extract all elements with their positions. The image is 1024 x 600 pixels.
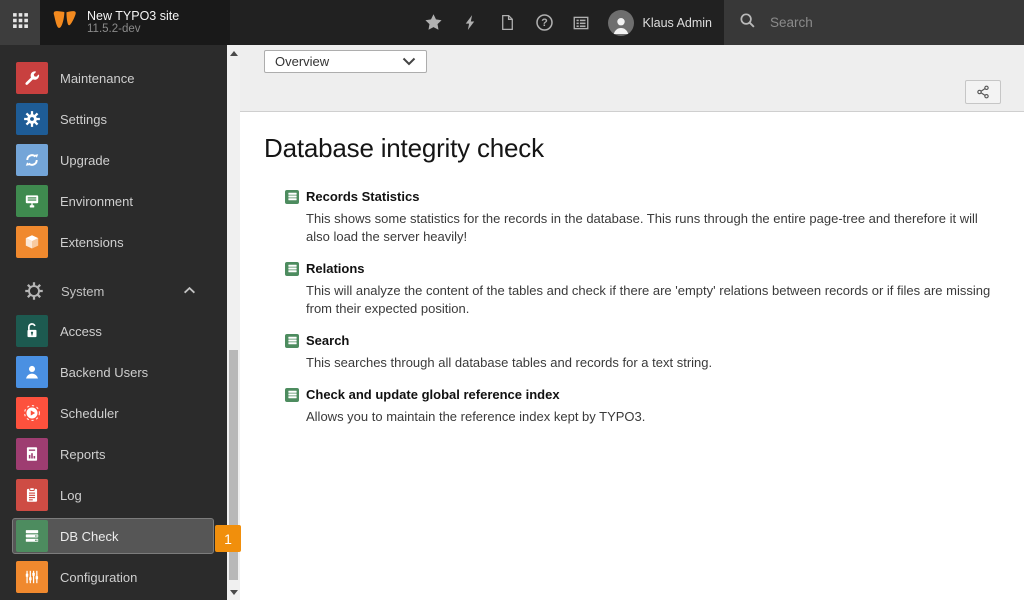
modules-toggle-button[interactable]: [0, 0, 40, 45]
topbar-search: [724, 0, 1024, 45]
check-title: Search: [306, 333, 350, 348]
help-icon: ?: [535, 13, 554, 32]
db-check-count-badge: 1: [215, 525, 241, 552]
grid-icon: [12, 12, 29, 34]
bookmarks-button[interactable]: [415, 0, 452, 45]
check-description: This searches through all database table…: [306, 355, 713, 370]
open-document-button[interactable]: [489, 0, 526, 45]
check-title: Check and update global reference index: [306, 387, 560, 402]
gear-outline-icon: [24, 281, 44, 301]
module-menu: Maintenance Settings Upgrade Environment: [0, 45, 241, 600]
sidebar-item-label: Log: [60, 487, 82, 503]
check-item-relations: Relations This will analyze the content …: [285, 261, 1000, 318]
scroll-down-arrow[interactable]: [227, 585, 240, 599]
sidebar-item-label: Extensions: [60, 234, 124, 250]
search-input[interactable]: [768, 14, 1009, 31]
database-icon: [16, 520, 48, 552]
database-small-icon: [285, 333, 299, 348]
sidebar-item-log[interactable]: Log: [12, 477, 214, 513]
triangle-down-icon: [229, 589, 238, 595]
doc-header: Overview: [240, 45, 1024, 112]
sidebar-item-configuration[interactable]: Configuration: [12, 559, 214, 595]
check-list: Records Statistics This shows some stati…: [285, 189, 1000, 426]
sidebar-item-label: Maintenance: [60, 70, 135, 86]
sliders-icon: [16, 561, 48, 593]
play-circle-icon: [16, 397, 48, 429]
sidebar-item-db-check[interactable]: DB Check: [12, 518, 214, 554]
refresh-icon: [16, 144, 48, 176]
brand[interactable]: New TYPO3 site 11.5.2-dev: [40, 0, 230, 45]
check-description: Allows you to maintain the reference ind…: [306, 409, 646, 424]
check-title: Records Statistics: [306, 189, 420, 204]
sidebar-item-access[interactable]: Access: [12, 313, 214, 349]
sidebar-item-maintenance[interactable]: Maintenance: [12, 60, 214, 96]
user-menu-button[interactable]: Klaus Admin: [600, 0, 724, 45]
triangle-up-icon: [229, 50, 238, 56]
sidebar-item-label: Configuration: [60, 569, 138, 585]
function-select[interactable]: Overview: [264, 50, 427, 73]
sidebar-item-backend-users[interactable]: Backend Users: [12, 354, 214, 390]
sidebar-group-label: System: [61, 283, 105, 299]
share-button[interactable]: [965, 80, 1001, 104]
sidebar-item-reports[interactable]: Reports: [12, 436, 214, 472]
sidebar-item-extensions[interactable]: Extensions: [12, 224, 214, 260]
sidebar-item-label: Environment: [60, 193, 133, 209]
check-description: This will analyze the content of the tab…: [306, 283, 991, 316]
database-small-icon: [285, 261, 299, 276]
database-small-icon: [285, 189, 299, 204]
cube-icon: [16, 226, 48, 258]
content-area: Overview Database integrity check Record…: [240, 45, 1024, 600]
share-icon: [977, 85, 989, 99]
database-small-icon: [285, 387, 299, 402]
help-button[interactable]: ?: [526, 0, 563, 45]
sidebar-item-label: Reports: [60, 446, 106, 462]
check-title: Relations: [306, 261, 365, 276]
systeminfo-button[interactable]: [563, 0, 600, 45]
report-chart-icon: [16, 438, 48, 470]
star-icon: [424, 13, 443, 32]
sidebar-item-upgrade[interactable]: Upgrade: [12, 142, 214, 178]
wrench-icon: [16, 62, 48, 94]
typo3-logo-icon: [51, 9, 79, 37]
sidebar-item-settings[interactable]: Settings: [12, 101, 214, 137]
sidebar-item-label: Settings: [60, 111, 107, 127]
module-body: Database integrity check Records Statist…: [240, 112, 1024, 426]
function-select-value: Overview: [275, 54, 330, 69]
bolt-icon: [462, 14, 479, 31]
user-icon: [16, 356, 48, 388]
sidebar-item-scheduler[interactable]: Scheduler: [12, 395, 214, 431]
list-icon: [572, 14, 590, 32]
site-title: New TYPO3 site: [87, 8, 180, 23]
check-item-records-statistics: Records Statistics This shows some stati…: [285, 189, 1000, 246]
username: Klaus Admin: [642, 15, 712, 30]
page-title: Database integrity check: [264, 133, 544, 163]
document-icon: [499, 14, 516, 31]
sidebar-item-label: Upgrade: [60, 152, 110, 168]
typo3-version: 11.5.2-dev: [87, 23, 141, 36]
monitor-icon: [16, 185, 48, 217]
chevron-up-icon: [183, 282, 196, 300]
svg-text:?: ?: [541, 17, 548, 29]
chevron-down-icon: [402, 57, 416, 66]
check-item-search: Search This searches through all databas…: [285, 333, 1000, 372]
sidebar-item-environment[interactable]: Environment: [12, 183, 214, 219]
sidebar-item-label: Backend Users: [60, 364, 149, 380]
sidebar-item-label: Access: [60, 323, 102, 339]
clipboard-icon: [16, 479, 48, 511]
sidebar-item-label: DB Check: [60, 528, 119, 544]
gear-icon: [16, 103, 48, 135]
sidebar-scrollbar[interactable]: [227, 45, 240, 600]
lock-open-icon: [16, 315, 48, 347]
scroll-up-arrow[interactable]: [227, 46, 240, 60]
sidebar-group-system[interactable]: System: [12, 276, 214, 306]
sidebar-item-label: Scheduler: [60, 405, 119, 421]
check-description: This shows some statistics for the recor…: [306, 211, 978, 244]
avatar: [607, 9, 634, 36]
clear-cache-button[interactable]: [452, 0, 489, 45]
search-icon: [739, 12, 768, 34]
check-item-reference-index: Check and update global reference index …: [285, 387, 1000, 426]
topbar: New TYPO3 site 11.5.2-dev ? Klaus Admin: [0, 0, 1024, 45]
